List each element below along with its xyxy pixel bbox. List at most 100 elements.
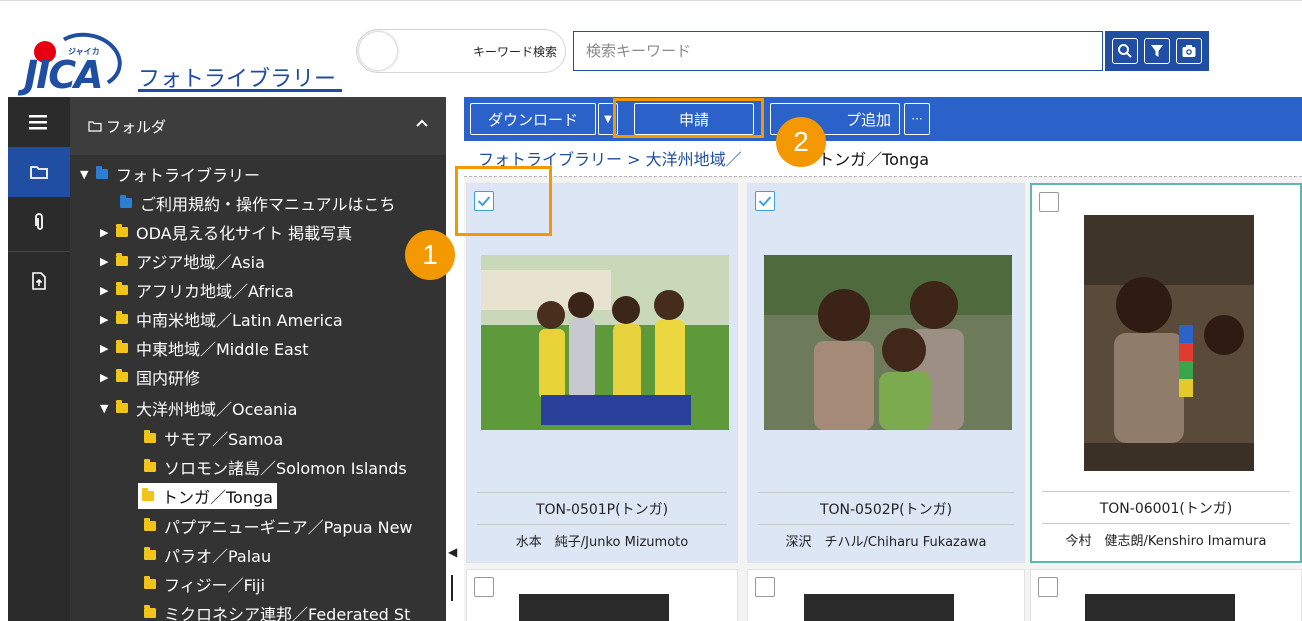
tree-item-label: アフリカ地域／Africa [136, 282, 294, 301]
folder-icon [144, 459, 156, 472]
group-add-label: プ追加 [845, 110, 891, 129]
photo-image [1084, 215, 1254, 471]
download-label: ダウンロード [487, 110, 578, 129]
photo-grid: TON-0501P(トンガ) 水本 純子/Junko Mizumoto TON-… [464, 176, 1302, 621]
tree-item-africa[interactable]: ▶ アフリカ地域／Africa [100, 277, 294, 303]
tree-item-label: 中南米地域／Latin America [136, 311, 343, 330]
photo-thumbnail[interactable] [764, 255, 1012, 430]
tree-item-solomon[interactable]: ソロモン諸島／Solomon Islands [144, 454, 407, 480]
splitter-grip[interactable] [451, 575, 453, 601]
select-checkbox[interactable] [755, 191, 775, 211]
search-button-group [1105, 31, 1209, 71]
tree-item-samoa[interactable]: サモア／Samoa [144, 425, 283, 451]
tree-item-label: ミクロネシア連邦／Federated St [164, 605, 411, 621]
photo-credit: 水本 純子/Junko Mizumoto [477, 524, 727, 550]
photo-thumbnail[interactable] [519, 594, 669, 621]
photo-credit: 深沢 チハル/Chiharu Fukazawa [758, 524, 1014, 550]
tree-item-label: フォトライブラリー [116, 166, 261, 185]
folder-icon [96, 166, 108, 179]
folder-icon [144, 518, 156, 531]
photo-credit: 今村 健志朗/Kenshiro Imamura [1042, 523, 1290, 549]
folder-icon [116, 400, 128, 413]
folder-icon [116, 369, 128, 382]
photo-thumbnail[interactable] [1085, 594, 1235, 621]
tree-item-domestic-training[interactable]: ▶ 国内研修 [100, 364, 200, 390]
title-underline [138, 89, 342, 92]
folder-icon [116, 282, 128, 295]
filter-icon[interactable] [1144, 38, 1170, 64]
tree-item-papua[interactable]: パプアニューギニア／Papua New [144, 513, 413, 539]
more-button[interactable]: ··· [904, 103, 930, 135]
expanded-arrow-icon[interactable]: ▼ [100, 402, 116, 415]
keyword-search-toggle[interactable]: キーワード検索 [356, 29, 566, 73]
photo-card[interactable]: TON-0501P(トンガ) 水本 純子/Junko Mizumoto [466, 183, 738, 563]
tree-item-label: パプアニューギニア／Papua New [164, 518, 413, 537]
download-button[interactable]: ダウンロード [470, 103, 596, 135]
icon-rail [8, 97, 70, 621]
tree-item-label: アジア地域／Asia [136, 253, 265, 272]
folder-icon [144, 576, 156, 589]
collapse-left-icon[interactable]: ◀ [448, 545, 457, 559]
tree-item-asia[interactable]: ▶ アジア地域／Asia [100, 248, 265, 274]
folder-icon [116, 253, 128, 266]
tree-item-label: トンガ／Tonga [162, 488, 273, 507]
chevron-up-icon[interactable] [416, 119, 428, 127]
folder-panel-header[interactable]: フォルダ [70, 97, 446, 155]
tree-item-middle-east[interactable]: ▶ 中東地域／Middle East [100, 335, 308, 361]
annotation-highlight-apply [613, 98, 764, 138]
menu-icon[interactable] [8, 97, 70, 147]
tree-item-label: 中東地域／Middle East [136, 340, 309, 359]
folder-outline-icon [88, 121, 102, 132]
photo-thumbnail[interactable] [481, 255, 729, 430]
select-checkbox[interactable] [474, 577, 494, 597]
collapsed-arrow-icon[interactable]: ▶ [100, 255, 116, 268]
tree-item-tonga[interactable]: トンガ／Tonga [138, 483, 277, 509]
photo-image [481, 255, 729, 430]
tree-item-photo-library[interactable]: ▼ フォトライブラリー [80, 161, 260, 187]
photo-card[interactable]: TON-06001(トンガ) 今村 健志朗/Kenshiro Imamura [1030, 183, 1302, 563]
tree-item-terms[interactable]: ご利用規約・操作マニュアルはこち [120, 190, 396, 216]
tree-item-micronesia[interactable]: ミクロネシア連邦／Federated St [144, 600, 410, 621]
tree-item-fiji[interactable]: フィジー／Fiji [144, 571, 265, 597]
tree-item-palau[interactable]: パラオ／Palau [144, 542, 271, 568]
annotation-highlight-checkbox [455, 166, 552, 236]
search-icon[interactable] [1112, 38, 1138, 64]
toggle-knob[interactable] [359, 32, 397, 70]
folder-icon[interactable] [8, 147, 70, 197]
jica-logo[interactable]: ジャイカ JICA [12, 15, 127, 97]
camera-icon[interactable] [1176, 38, 1202, 64]
annotation-badge-1: 1 [405, 230, 455, 280]
tree-item-oda[interactable]: ▶ ODA見える化サイト 掲載写真 [100, 219, 352, 245]
photo-card[interactable]: TON-0502P(トンガ) 深沢 チハル/Chiharu Fukazawa [747, 183, 1025, 563]
app-header: ジャイカ JICA フォトライブラリー キーワード検索 [0, 0, 1302, 97]
clip-icon[interactable] [8, 197, 70, 247]
tree-item-label: ソロモン諸島／Solomon Islands [164, 459, 407, 478]
chevron-down-icon: ▼ [604, 113, 612, 125]
collapsed-arrow-icon[interactable]: ▶ [100, 313, 116, 326]
breadcrumb-region[interactable]: 大洋州地域／ [646, 150, 742, 169]
tree-item-oceania[interactable]: ▼ 大洋州地域／Oceania [100, 395, 297, 421]
annotation-badge-2: 2 [776, 117, 826, 167]
photo-image [764, 255, 1012, 430]
select-checkbox[interactable] [1039, 192, 1059, 212]
search-input[interactable] [574, 32, 1102, 70]
collapsed-arrow-icon[interactable]: ▶ [100, 371, 116, 384]
photo-thumbnail[interactable] [1084, 215, 1254, 471]
photo-card[interactable] [747, 569, 1025, 621]
collapsed-arrow-icon[interactable]: ▶ [100, 284, 116, 297]
collapsed-arrow-icon[interactable]: ▶ [100, 226, 116, 239]
search-field-wrapper [573, 31, 1103, 71]
breadcrumb-current: トンガ／Tonga [818, 150, 930, 169]
folder-icon [144, 547, 156, 560]
photo-code: TON-0502P(トンガ) [758, 492, 1014, 519]
select-checkbox[interactable] [755, 577, 775, 597]
expanded-arrow-icon[interactable]: ▼ [80, 168, 96, 181]
photo-card[interactable] [466, 569, 738, 621]
select-checkbox[interactable] [1038, 577, 1058, 597]
collapsed-arrow-icon[interactable]: ▶ [100, 342, 116, 355]
folder-panel-title: フォルダ [106, 117, 167, 136]
upload-icon[interactable] [8, 256, 70, 306]
photo-thumbnail[interactable] [804, 594, 954, 621]
tree-item-latin-america[interactable]: ▶ 中南米地域／Latin America [100, 306, 343, 332]
photo-card[interactable] [1030, 569, 1302, 621]
